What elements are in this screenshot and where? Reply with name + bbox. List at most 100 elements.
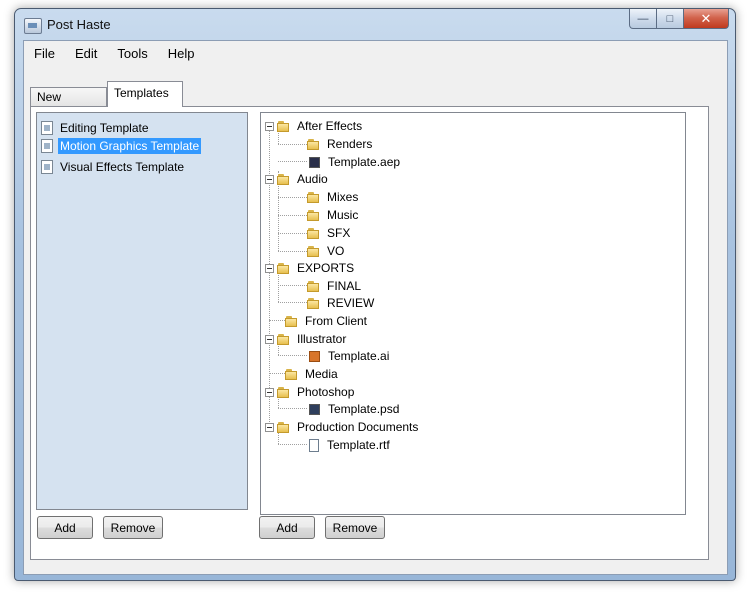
remove-template-button[interactable]: Remove [103,516,163,539]
tree-node-vo[interactable]: VO [307,242,344,260]
remove-folder-button[interactable]: Remove [325,516,385,539]
add-template-button[interactable]: Add [37,516,93,539]
list-item-visual-effects-template[interactable]: Visual Effects Template [41,158,186,176]
tree-node-exports[interactable]: EXPORTS [265,259,354,277]
tree-node-label: Music [327,208,359,222]
folder-icon [277,421,291,433]
tree-node-from-client[interactable]: From Client [285,312,367,330]
tree-node-label: SFX [327,226,351,240]
minimize-button[interactable]: — [629,9,657,29]
list-item-label: Motion Graphics Template [58,138,202,154]
folder-icon [307,138,321,150]
add-folder-button[interactable]: Add [259,516,315,539]
menu-file[interactable]: File [33,44,56,63]
maximize-icon: □ [666,12,674,25]
folder-icon [285,315,299,327]
tree-line [278,197,307,198]
tree-node-label: Template.psd [328,402,400,416]
after-effects-file-icon [309,156,320,168]
tree-node-label: Mixes [327,190,359,204]
tree-node-label: Template.ai [328,349,390,363]
tree-node-after-effects[interactable]: After Effects [265,117,362,135]
tree-line [278,302,307,303]
main-window: Post Haste — □ ✕ File Edit Tools Help Ne… [14,8,736,581]
tree-node-media[interactable]: Media [285,365,338,383]
close-button[interactable]: ✕ [684,9,729,29]
tree-node-template-psd[interactable]: Template.psd [309,400,399,418]
tree-node-label: After Effects [297,119,363,133]
tree-line [269,320,285,321]
tree-node-review[interactable]: REVIEW [307,294,374,312]
client-area: File Edit Tools Help New Project Templat… [23,40,728,575]
tree-node-label: VO [327,244,345,258]
menu-edit[interactable]: Edit [74,44,98,63]
tree-node-label: Renders [327,137,373,151]
collapse-icon[interactable] [265,121,274,131]
close-icon: ✕ [700,10,712,26]
tree-node-final[interactable]: FINAL [307,277,361,295]
folder-icon [307,191,321,203]
folder-icon [277,333,291,345]
tree-line [278,215,307,216]
collapse-icon[interactable] [265,263,274,273]
tree-node-mixes[interactable]: Mixes [307,188,358,206]
folder-icon [307,280,321,292]
template-icon [41,160,53,174]
tree-node-sfx[interactable]: SFX [307,224,350,242]
tree-node-label: Template.rtf [327,438,390,452]
tree-node-label: Production Documents [297,420,419,434]
tree-node-label: Audio [297,172,328,186]
tree-line [278,285,307,286]
list-item-label: Visual Effects Template [60,160,185,174]
folder-icon [307,245,321,257]
tab-templates[interactable]: Templates [107,81,183,107]
tree-line [278,233,307,234]
tree-node-music[interactable]: Music [307,206,358,224]
maximize-button[interactable]: □ [657,9,684,29]
template-icon [41,139,53,153]
tree-line [269,373,285,374]
minimize-icon: — [637,12,649,25]
folder-icon [277,386,291,398]
folder-icon [277,120,291,132]
tree-line [278,161,307,162]
collapse-icon[interactable] [265,174,274,184]
menu-bar: File Edit Tools Help [24,41,727,65]
tree-node-label: FINAL [327,279,362,293]
tree-node-label: Illustrator [297,332,347,346]
illustrator-file-icon [309,350,320,362]
list-item-label: Editing Template [60,121,149,135]
tree-node-audio[interactable]: Audio [265,170,328,188]
caption-buttons: — □ ✕ [629,9,729,29]
tree-node-label: Photoshop [297,385,355,399]
tree-node-template-rtf[interactable]: Template.rtf [309,436,390,454]
list-item-editing-template[interactable]: Editing Template [41,119,151,137]
tree-line [278,355,307,356]
photoshop-file-icon [309,403,320,415]
tree-line [278,144,307,145]
collapse-icon[interactable] [265,387,274,397]
folder-icon [307,297,321,309]
collapse-icon[interactable] [265,334,274,344]
tree-node-label: REVIEW [327,296,375,310]
menu-help[interactable]: Help [167,44,196,63]
app-icon [24,18,42,34]
collapse-icon[interactable] [265,422,274,432]
tree-node-template-ai[interactable]: Template.ai [309,347,389,365]
tree-node-photoshop[interactable]: Photoshop [265,383,354,401]
template-list[interactable]: Editing Template Motion Graphics Templat… [36,112,248,510]
list-item-motion-graphics-template[interactable]: Motion Graphics Template [41,137,202,155]
tree-node-template-aep[interactable]: Template.aep [309,153,400,171]
rtf-file-icon [309,438,319,452]
tree-node-illustrator[interactable]: Illustrator [265,330,346,348]
tree-node-label: Media [305,367,338,381]
menu-tools[interactable]: Tools [116,44,148,63]
folder-tree[interactable]: After Effects Renders Template.aep Audio [260,112,686,515]
tree-node-renders[interactable]: Renders [307,135,372,153]
folder-icon [277,173,291,185]
tree-line [278,444,307,445]
tree-line [278,408,307,409]
tree-node-label: EXPORTS [297,261,355,275]
tree-node-production-documents[interactable]: Production Documents [265,418,418,436]
tab-new-project[interactable]: New Project [30,87,107,122]
